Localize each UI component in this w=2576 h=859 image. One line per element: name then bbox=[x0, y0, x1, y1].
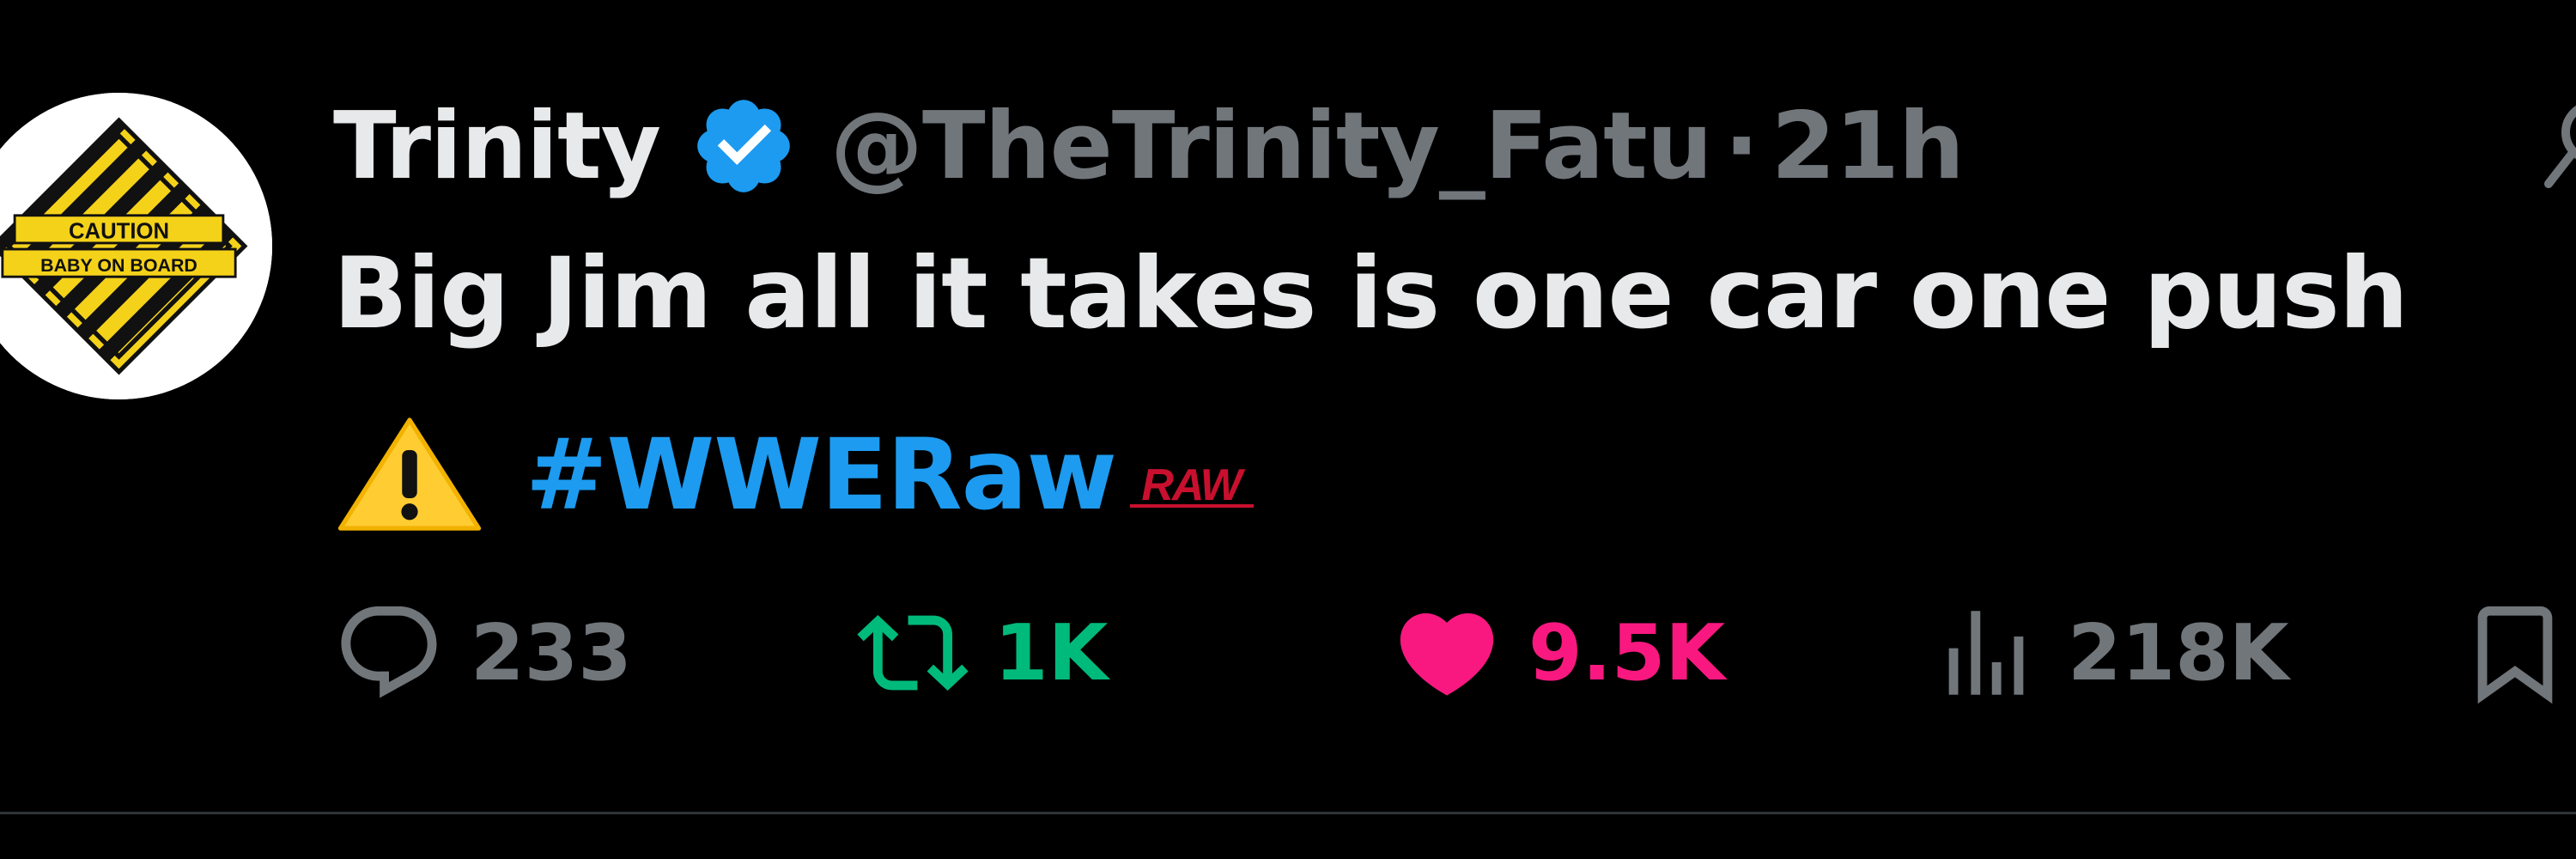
caution-sign-image: CAUTION BABY ON BOARD bbox=[0, 93, 272, 399]
warning-emoji-icon bbox=[333, 414, 486, 534]
hashtag-link[interactable]: #WWERaw bbox=[526, 417, 1117, 532]
tweet-text-line2: #WWERaw RAW bbox=[333, 414, 1258, 534]
svg-text:CAUTION: CAUTION bbox=[69, 220, 169, 244]
tweet[interactable]: CAUTION BABY ON BOARD Trinity @TheTrinit… bbox=[0, 0, 2576, 812]
svg-text:BABY ON BOARD: BABY ON BOARD bbox=[40, 255, 197, 276]
like-count: 9.5K bbox=[1528, 607, 1726, 698]
avatar[interactable]: CAUTION BABY ON BOARD bbox=[0, 93, 272, 399]
bookmark-button[interactable] bbox=[2459, 593, 2571, 713]
verified-badge-icon[interactable] bbox=[690, 92, 798, 200]
timestamp[interactable]: 21h bbox=[1771, 93, 1965, 200]
bookmark-icon bbox=[2459, 597, 2571, 709]
user-handle[interactable]: @TheTrinity_Fatu bbox=[830, 93, 1713, 200]
tweet-divider bbox=[0, 812, 2576, 814]
repost-icon bbox=[857, 597, 969, 709]
views-button[interactable]: 218K bbox=[1930, 593, 2289, 713]
tweet-text: Big Jim all it takes is one car one push bbox=[333, 236, 2409, 350]
reply-count: 233 bbox=[471, 607, 632, 698]
grok-icon[interactable] bbox=[2542, 94, 2576, 198]
display-name[interactable]: Trinity bbox=[333, 93, 661, 200]
view-count: 218K bbox=[2068, 607, 2289, 698]
svg-text:RAW: RAW bbox=[1141, 461, 1245, 510]
heart-icon bbox=[1391, 597, 1503, 709]
views-icon bbox=[1930, 597, 2042, 709]
action-bar: 233 1K 9.5K 218K bbox=[333, 593, 2576, 713]
repost-count: 1K bbox=[994, 607, 1109, 698]
reply-icon bbox=[333, 597, 445, 709]
tweet-header: Trinity @TheTrinity_Fatu · 21h bbox=[333, 86, 1965, 206]
separator-dot: · bbox=[1723, 92, 1759, 200]
raw-hashflag-icon: RAW bbox=[1124, 461, 1258, 513]
like-button[interactable]: 9.5K bbox=[1391, 593, 1725, 713]
repost-button[interactable]: 1K bbox=[857, 593, 1108, 713]
reply-button[interactable]: 233 bbox=[333, 593, 632, 713]
